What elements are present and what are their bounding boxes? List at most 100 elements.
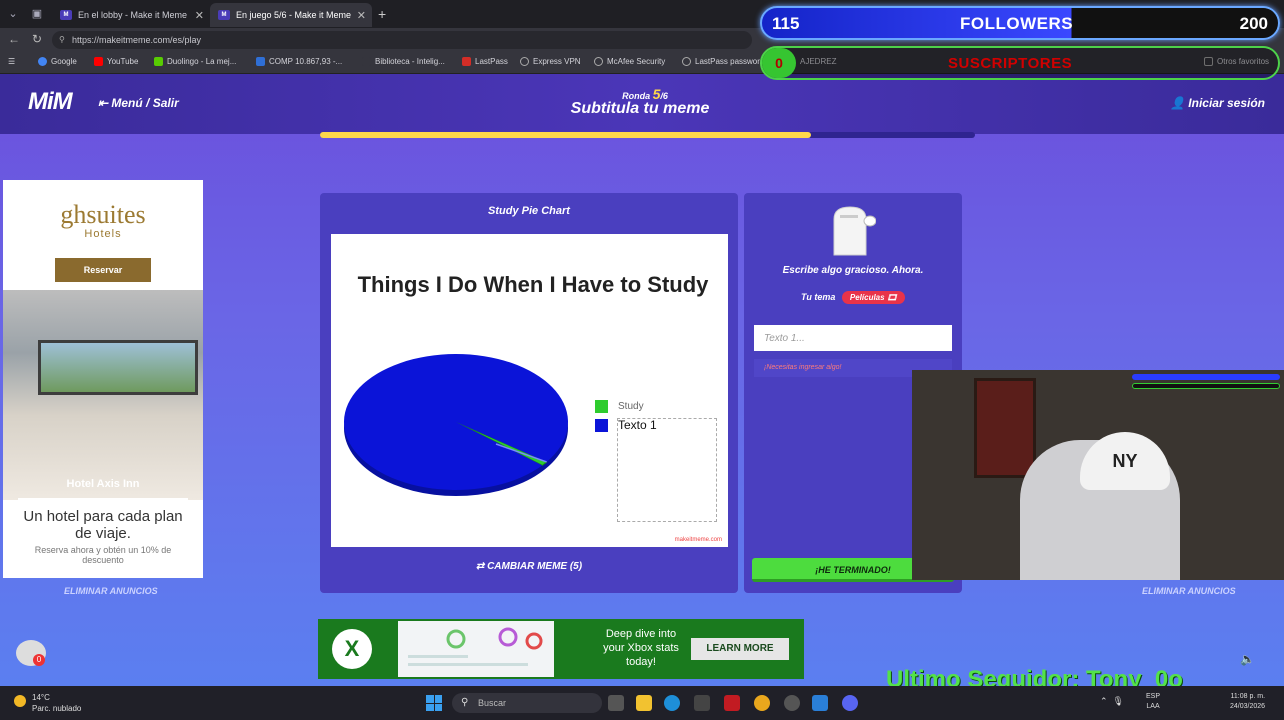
duolingo-icon: [154, 57, 163, 66]
round-timer-bar: [320, 132, 975, 138]
legend-placeholder-box: [617, 418, 717, 522]
chat-badge: 0: [33, 654, 45, 666]
tab-title: En el lobby - Make it Meme: [78, 10, 188, 20]
tab-actions-icon[interactable]: ▣: [28, 5, 46, 23]
bookmark-item[interactable]: Express VPN: [520, 57, 581, 66]
tab-title: En juego 5/6 - Make it Meme: [236, 10, 352, 20]
remove-ads-link[interactable]: ELIMINAR ANUNCIOS: [1142, 586, 1236, 596]
lastpass-icon: [462, 57, 471, 66]
subscribers-goal-bar: 0 SUSCRIPTORES: [760, 46, 1280, 80]
followers-label: FOLLOWERS: [960, 14, 1074, 33]
meme-panel: Study Pie Chart Things I Do When I Have …: [320, 193, 738, 593]
reserve-button[interactable]: Reservar: [55, 258, 151, 282]
store-icon[interactable]: [694, 695, 710, 711]
bookmark-item[interactable]: YouTube: [94, 57, 138, 66]
hotel-name: Hotel Axis Inn: [66, 478, 140, 490]
meme-title: Study Pie Chart: [488, 205, 570, 217]
theme-badge: Películas 🎞: [841, 291, 905, 304]
file-explorer-icon[interactable]: [636, 695, 652, 711]
reload-icon[interactable]: ↻: [32, 32, 42, 46]
player-avatar: [833, 206, 876, 256]
globe-icon: [520, 57, 529, 66]
close-tab-icon[interactable]: ✕: [357, 9, 366, 22]
taskbar: 14°C Parc. nublado ⚲ Buscar ⌃ 🎙 ESP LAA 1…: [0, 686, 1284, 720]
taskbar-search[interactable]: ⚲ Buscar: [452, 693, 602, 713]
folder-icon: [362, 57, 371, 66]
caption-input[interactable]: [754, 325, 952, 351]
xbox-logo-icon: X: [332, 629, 372, 669]
legend-item-text1: Texto 1: [595, 418, 657, 432]
film-icon: 🎞: [886, 293, 897, 302]
legend-swatch: [595, 400, 608, 413]
bookmark-item[interactable]: COMP 10.867,93 -...: [256, 57, 342, 66]
sound-icon[interactable]: 🔈: [1240, 652, 1255, 666]
new-tab-button[interactable]: +: [378, 6, 386, 22]
globe-icon: [682, 57, 691, 66]
stats-rings-icon: [408, 627, 543, 666]
caption-prompt: Escribe algo gracioso. Ahora.: [782, 265, 924, 276]
pie-slice-texto-1: [344, 354, 568, 491]
mim-favicon-icon: M: [218, 10, 230, 20]
app-icon[interactable]: [724, 695, 740, 711]
globe-icon: [594, 57, 603, 66]
followers-goal-bar: 115 FOLLOWERS 200: [760, 6, 1280, 40]
weather-widget[interactable]: 14°C Parc. nublado: [14, 692, 81, 714]
ad-tagline: Un hotel para cada plan de viaje. Reserv…: [18, 498, 188, 578]
bookmark-item[interactable]: Biblioteca - Intelig...: [362, 57, 445, 66]
followers-goal: 200: [1239, 14, 1268, 33]
bookmark-item[interactable]: Google: [38, 57, 77, 66]
subscribers-count: 0: [762, 48, 796, 78]
close-tab-icon[interactable]: ✕: [195, 9, 204, 22]
legend-swatch: [595, 418, 608, 432]
search-icon: ⚲: [461, 697, 469, 708]
bank-icon: [256, 57, 265, 66]
site-logo[interactable]: MiM: [28, 88, 73, 116]
change-meme-button[interactable]: ⇄ CAMBIAR MEME (5): [320, 561, 738, 572]
google-icon: [38, 57, 47, 66]
bookmarks-menu-icon[interactable]: ☰: [8, 57, 15, 66]
round-timer-fill: [320, 132, 812, 138]
url-text: https://makeitmeme.com/es/play: [72, 35, 202, 45]
learn-more-button[interactable]: LEARN MORE: [691, 638, 789, 660]
xbox-ad[interactable]: X Deep dive into your Xbox stats today! …: [318, 619, 804, 679]
weather-icon: [14, 695, 26, 707]
tab-game[interactable]: M En juego 5/6 - Make it Meme ✕: [210, 3, 372, 27]
theme-row: Tu tema Películas 🎞: [744, 291, 962, 304]
remove-ads-link[interactable]: ELIMINAR ANUNCIOS: [64, 586, 158, 596]
wall-poster: [974, 378, 1036, 478]
tab-lobby[interactable]: M En el lobby - Make it Meme ✕: [52, 3, 210, 27]
page-title: Subtitula tu meme: [570, 100, 710, 117]
system-tray[interactable]: ⌃ 🎙: [1100, 696, 1124, 707]
ad-brand-sub: Hotels: [84, 228, 122, 240]
language-indicator[interactable]: ESP LAA: [1146, 692, 1160, 712]
hotel-ad[interactable]: ghsuites Hotels Reservar Hotel Axis Inn …: [3, 180, 203, 578]
ad-brand: ghsuites: [60, 200, 146, 229]
url-field[interactable]: ⚲ https://makeitmeme.com/es/play: [52, 31, 752, 49]
room-window: [38, 340, 198, 395]
meme-image: Things I Do When I Have to Study Study T…: [331, 234, 728, 547]
tab-list-icon[interactable]: ⌄: [4, 5, 22, 23]
login-button[interactable]: 👤 Iniciar sesión: [1170, 96, 1265, 110]
legend-item-study: Study: [595, 400, 644, 413]
swap-icon: ⇄: [475, 561, 485, 572]
menu-exit-button[interactable]: ⇤ Menú / Salir: [98, 96, 179, 110]
edge-icon[interactable]: [664, 695, 680, 711]
followers-count: 115: [772, 14, 800, 33]
chrome-icon[interactable]: [754, 695, 770, 711]
mini-overlay: [1132, 374, 1280, 392]
app-icon[interactable]: [784, 695, 800, 711]
site-info-icon[interactable]: ⚲: [59, 31, 65, 49]
back-icon[interactable]: ←: [8, 32, 20, 46]
task-view-icon[interactable]: [608, 695, 624, 711]
hotel-room-photo: [3, 290, 203, 500]
clock[interactable]: 11:08 p. m. 24/03/2026: [1230, 692, 1265, 712]
app-icon[interactable]: [812, 695, 828, 711]
watermark: makeitmeme.com: [674, 537, 722, 543]
bookmark-item[interactable]: LastPass: [462, 57, 508, 66]
bookmark-item[interactable]: LastPass passwor...: [682, 57, 766, 66]
legend-label: Study: [618, 401, 644, 412]
bookmark-item[interactable]: McAfee Security: [594, 57, 665, 66]
bookmark-item[interactable]: Duolingo - La mej...: [154, 57, 236, 66]
discord-icon[interactable]: [842, 695, 858, 711]
start-button[interactable]: [426, 695, 442, 711]
